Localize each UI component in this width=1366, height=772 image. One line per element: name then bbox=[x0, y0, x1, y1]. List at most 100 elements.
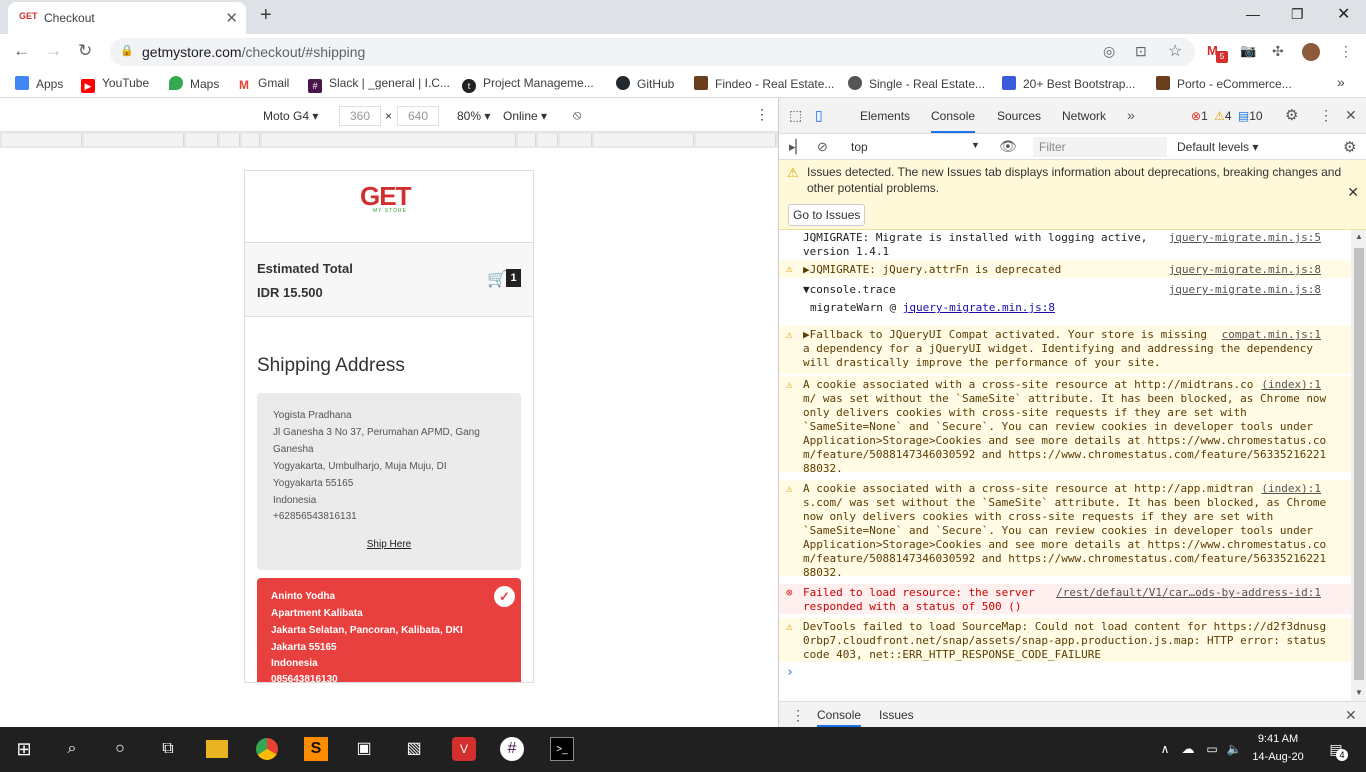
tab-console[interactable]: Console bbox=[931, 109, 976, 133]
console-message-warning[interactable]: ⚠ A cookie associated with a cross-site … bbox=[779, 480, 1351, 579]
bookmark-findeo[interactable]: Findeo - Real Estate... bbox=[694, 76, 834, 91]
settings-gear-icon[interactable]: ⚙ bbox=[1285, 106, 1298, 124]
ship-here-link[interactable]: Ship Here bbox=[257, 539, 521, 550]
banner-close-icon[interactable]: ✕ bbox=[1347, 184, 1359, 201]
context-select[interactable]: top ▼ bbox=[851, 140, 980, 154]
bookmark-star-icon[interactable]: ☆ bbox=[1168, 41, 1182, 61]
devtools-menu-icon[interactable]: ⋮ bbox=[1319, 107, 1333, 124]
more-bookmarks-icon[interactable]: » bbox=[1337, 74, 1345, 90]
console-message-warning[interactable]: ⚠ DevTools failed to load SourceMap: Cou… bbox=[779, 618, 1351, 662]
bookmark-maps[interactable]: Maps bbox=[169, 76, 219, 91]
tab-elements[interactable]: Elements bbox=[860, 109, 910, 123]
drawer-close-icon[interactable]: ✕ bbox=[1345, 707, 1357, 724]
live-expression-eye-icon[interactable]: 👁 bbox=[999, 138, 1017, 155]
message-source-link[interactable]: compat.min.js:1 bbox=[1222, 328, 1321, 342]
message-source-link[interactable]: jquery-migrate.min.js:5 bbox=[1169, 231, 1321, 245]
console-message-warning[interactable]: ⚠ A cookie associated with a cross-site … bbox=[779, 376, 1351, 475]
clear-console-icon[interactable]: ⊘ bbox=[817, 139, 828, 155]
bookmark-youtube[interactable]: ▶ YouTube bbox=[81, 76, 149, 93]
device-height-input[interactable]: 640 bbox=[397, 106, 439, 126]
search-icon[interactable]: ⌕ bbox=[60, 737, 84, 761]
console-settings-gear-icon[interactable]: ⚙ bbox=[1343, 138, 1356, 156]
rotate-icon[interactable]: ⦸ bbox=[573, 107, 581, 123]
taskbar-date[interactable]: 14-Aug-20 bbox=[1238, 751, 1318, 763]
console-message[interactable]: JQMIGRATE: Migrate is installed with log… bbox=[779, 230, 1351, 258]
image-app-icon[interactable]: ▧ bbox=[402, 737, 426, 761]
zoom-select[interactable]: 80% ▾ bbox=[457, 109, 490, 123]
scroll-down-icon[interactable]: ▼ bbox=[1355, 688, 1363, 697]
app-red-icon[interactable]: V bbox=[452, 737, 476, 761]
sidebar-toggle-icon[interactable]: ▸▏ bbox=[789, 139, 806, 155]
sublime-text-icon[interactable]: S bbox=[304, 737, 328, 761]
console-filter-input[interactable]: Filter bbox=[1033, 137, 1167, 157]
bookmark-project[interactable]: t Project Manageme... bbox=[462, 76, 594, 93]
app-icon[interactable]: ▣ bbox=[352, 737, 376, 761]
window-close-icon[interactable]: ✕ bbox=[1337, 4, 1350, 24]
tab-close-icon[interactable]: ✕ bbox=[225, 9, 238, 27]
drawer-tab-console[interactable]: Console bbox=[817, 708, 862, 727]
browser-tab[interactable]: GET Checkout ✕ bbox=[8, 2, 246, 34]
trace-link[interactable]: jquery-migrate.min.js:8 bbox=[903, 301, 1055, 314]
scrollbar-thumb[interactable] bbox=[1354, 248, 1364, 680]
forward-icon[interactable]: → bbox=[45, 41, 62, 61]
message-source-link[interactable]: (index):1 bbox=[1261, 482, 1321, 496]
onedrive-icon[interactable]: ☁ bbox=[1176, 737, 1200, 761]
address-bar[interactable]: 🔒 getmystore.com/checkout/#shipping ◎ ⊡ … bbox=[110, 38, 1195, 66]
file-explorer-icon[interactable] bbox=[206, 740, 228, 758]
device-more-icon[interactable]: ⋮ bbox=[755, 106, 769, 123]
bookmark-github[interactable]: GitHub bbox=[616, 76, 674, 91]
task-view-icon[interactable]: ⧉ bbox=[156, 737, 180, 761]
more-tabs-icon[interactable]: » bbox=[1127, 107, 1135, 123]
console-message-warning[interactable]: ⚠ ▶Fallback to JQueryUI Compat activated… bbox=[779, 326, 1351, 374]
drawer-tab-issues[interactable]: Issues bbox=[879, 708, 914, 722]
bookmark-single[interactable]: Single - Real Estate... bbox=[848, 76, 985, 91]
log-levels-select[interactable]: Default levels ▾ bbox=[1177, 140, 1258, 154]
console-message-error[interactable]: ⊗ Failed to load resource: the server re… bbox=[779, 584, 1351, 614]
issue-counts[interactable]: ⊗1 ⚠4 ▤10 bbox=[1191, 109, 1263, 123]
cortana-icon[interactable]: ○ bbox=[108, 737, 132, 761]
bookmark-apps[interactable]: Apps bbox=[15, 76, 63, 91]
profile-avatar[interactable] bbox=[1302, 43, 1320, 61]
lock-icon[interactable]: 🔒 bbox=[120, 44, 134, 57]
bookmark-slack[interactable]: # Slack | _general | I.C... bbox=[308, 76, 450, 93]
message-source-link[interactable]: jquery-migrate.min.js:8 bbox=[1169, 283, 1321, 297]
device-toggle-icon[interactable]: ▯ bbox=[815, 107, 823, 124]
media-query-ruler[interactable] bbox=[0, 132, 778, 148]
gmail-extension-icon[interactable]: M 5 bbox=[1207, 43, 1228, 63]
console-prompt[interactable]: › bbox=[779, 664, 1351, 686]
inspect-element-icon[interactable]: ⬚ bbox=[789, 107, 802, 124]
drawer-menu-icon[interactable]: ⋮ bbox=[791, 707, 805, 724]
restore-icon[interactable]: ❐ bbox=[1291, 6, 1304, 23]
store-logo[interactable]: GET MY STORE bbox=[245, 171, 533, 243]
slack-taskbar-icon[interactable]: # bbox=[500, 737, 524, 761]
tab-sources[interactable]: Sources bbox=[997, 109, 1041, 123]
bookmark-porto[interactable]: Porto - eCommerce... bbox=[1156, 76, 1292, 91]
reload-icon[interactable]: ↻ bbox=[78, 41, 92, 61]
network-icon[interactable]: ▭ bbox=[1200, 737, 1224, 761]
device-select[interactable]: Moto G4 ▾ bbox=[263, 109, 318, 123]
device-width-input[interactable]: 360 bbox=[339, 106, 381, 126]
terminal-icon[interactable]: >_ bbox=[550, 737, 574, 761]
network-throttle-select[interactable]: Online ▾ bbox=[503, 109, 547, 123]
tab-network[interactable]: Network bbox=[1062, 109, 1106, 123]
scroll-up-icon[interactable]: ▲ bbox=[1355, 232, 1363, 241]
location-icon[interactable]: ◎ bbox=[1103, 43, 1115, 60]
console-message-trace[interactable]: ▼console.trace jquery-migrate.min.js:8 m… bbox=[779, 280, 1351, 324]
console-scrollbar[interactable]: ▲ ▼ bbox=[1351, 230, 1366, 702]
selected-address-card[interactable]: Aninto Yodha Apartment Kalibata Jakarta … bbox=[257, 578, 521, 682]
chrome-taskbar-icon[interactable] bbox=[256, 738, 278, 760]
taskbar-time[interactable]: 9:41 AM bbox=[1238, 733, 1318, 745]
address-card[interactable]: Yogista Pradhana Jl Ganesha 3 No 37, Per… bbox=[257, 393, 521, 570]
extensions-puzzle-icon[interactable]: ✣ bbox=[1272, 43, 1290, 61]
go-to-issues-button[interactable]: Go to Issues bbox=[788, 204, 866, 226]
bookmark-gmail[interactable]: M Gmail bbox=[237, 76, 289, 92]
windows-start-icon[interactable]: ⊞ bbox=[12, 737, 36, 761]
console-message-warning[interactable]: ⚠ ▶JQMIGRATE: jQuery.attrFn is deprecate… bbox=[779, 260, 1351, 278]
message-source-link[interactable]: jquery-migrate.min.js:8 bbox=[1169, 263, 1321, 277]
minimize-icon[interactable]: — bbox=[1246, 6, 1260, 22]
chrome-menu-icon[interactable]: ⋮ bbox=[1339, 43, 1357, 61]
back-icon[interactable]: ← bbox=[13, 41, 30, 61]
new-tab-icon[interactable]: + bbox=[260, 4, 272, 27]
bookmark-bootstrap[interactable]: 20+ Best Bootstrap... bbox=[1002, 76, 1135, 91]
cart-icon[interactable]: 🛒 bbox=[487, 269, 507, 289]
